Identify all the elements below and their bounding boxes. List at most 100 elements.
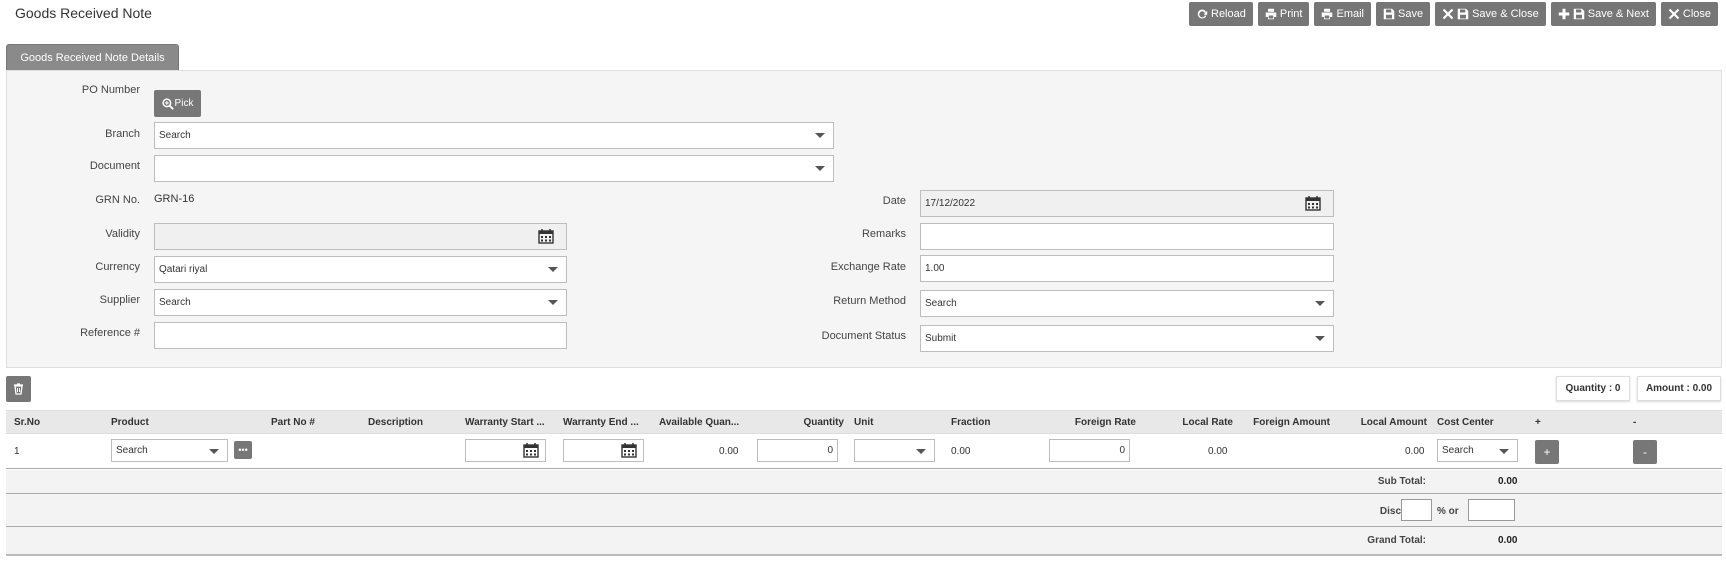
- amount-summary: Amount : 0.00: [1637, 376, 1721, 401]
- reload-label: Reload: [1211, 8, 1246, 20]
- calendar-icon[interactable]: [621, 443, 637, 458]
- product-select[interactable]: Search: [111, 439, 228, 462]
- date-label: Date: [882, 195, 906, 207]
- x-icon: [1668, 8, 1680, 20]
- remarks-input[interactable]: [920, 223, 1334, 250]
- document-status-label: Document Status: [821, 330, 906, 342]
- chevron-down-icon: [815, 166, 825, 171]
- chevron-down-icon: [815, 133, 825, 138]
- chevron-down-icon: [916, 449, 926, 454]
- plus-icon: [1558, 8, 1569, 20]
- col-unit: Unit: [854, 417, 874, 428]
- validity-date-field[interactable]: [154, 223, 567, 250]
- return-method-label: Return Method: [833, 295, 906, 307]
- remove-row-button[interactable]: -: [1633, 440, 1657, 464]
- save-close-label: Save & Close: [1472, 8, 1539, 20]
- trash-icon: [14, 383, 23, 395]
- x-icon: [1442, 8, 1454, 20]
- minus-icon: -: [1643, 445, 1647, 459]
- return-method-select[interactable]: Search: [920, 290, 1334, 317]
- col-remove: -: [1633, 417, 1637, 428]
- reload-button[interactable]: Reload: [1189, 2, 1253, 26]
- discount-percent-input[interactable]: [1401, 499, 1432, 521]
- col-available-qty: Available Quan...: [659, 417, 740, 428]
- pick-button[interactable]: Pick: [154, 90, 201, 117]
- fraction-value: 0.00: [951, 446, 971, 457]
- chevron-down-icon: [1315, 336, 1325, 341]
- cost-center-value: Search: [1442, 445, 1474, 456]
- close-button[interactable]: Close: [1660, 2, 1718, 26]
- tab-goods-received-note-details[interactable]: Goods Received Note Details: [6, 44, 179, 70]
- unit-select[interactable]: [854, 439, 935, 462]
- col-part-no: Part No #: [271, 417, 315, 428]
- col-foreign-rate: Foreign Rate: [1074, 417, 1136, 428]
- local-amount-value: 0.00: [1405, 446, 1425, 457]
- calendar-icon[interactable]: [1305, 196, 1321, 211]
- discount-amount-input[interactable]: [1468, 499, 1515, 521]
- supplier-select[interactable]: Search: [154, 289, 567, 316]
- warranty-end-field[interactable]: [563, 439, 644, 462]
- email-button[interactable]: Email: [1314, 2, 1371, 26]
- chevron-down-icon: [1315, 301, 1325, 306]
- floppy-icon: [1573, 8, 1584, 20]
- chevron-down-icon: [548, 267, 558, 272]
- exchange-rate-input[interactable]: 1.00: [920, 255, 1334, 282]
- reference-input[interactable]: [154, 322, 567, 349]
- printer-icon: [1322, 8, 1333, 20]
- calendar-icon[interactable]: [523, 443, 539, 458]
- currency-value: Qatari riyal: [159, 264, 208, 275]
- delete-button[interactable]: [6, 376, 31, 402]
- col-quantity: Quantity: [803, 417, 844, 428]
- pick-label: Pick: [174, 98, 194, 109]
- save-close-button[interactable]: Save & Close: [1435, 2, 1546, 26]
- po-number-label: PO Number: [81, 84, 140, 96]
- save-button[interactable]: Save: [1376, 2, 1431, 26]
- date-value: 17/12/2022: [925, 198, 976, 209]
- supplier-label: Supplier: [99, 294, 140, 306]
- discount-or-label: % or: [1437, 506, 1459, 517]
- return-method-value: Search: [925, 298, 957, 309]
- branch-value: Search: [159, 130, 191, 141]
- col-add: +: [1535, 417, 1541, 428]
- items-grid: Sr.No Product Part No # Description Warr…: [6, 410, 1722, 556]
- toolbar: Reload Print Email Save Save & Close Sav…: [1189, 2, 1718, 26]
- document-label: Document: [89, 160, 140, 172]
- discount-row: Discount: % or: [6, 494, 1722, 527]
- grn-no-value: GRN-16: [154, 193, 195, 205]
- save-next-button[interactable]: Save & Next: [1550, 2, 1656, 26]
- product-value: Search: [116, 445, 148, 456]
- foreign-rate-input[interactable]: 0: [1049, 439, 1130, 462]
- exchange-rate-label: Exchange Rate: [830, 261, 906, 273]
- date-field[interactable]: 17/12/2022: [920, 190, 1334, 217]
- save-label: Save: [1398, 8, 1424, 20]
- foreign-rate-value: 0: [1119, 445, 1125, 456]
- remarks-label: Remarks: [861, 228, 906, 240]
- warranty-start-field[interactable]: [465, 439, 546, 462]
- ellipsis-icon: •••: [238, 445, 248, 455]
- col-warranty-start: Warranty Start ...: [465, 417, 545, 428]
- col-local-amount: Local Amount: [1360, 417, 1427, 428]
- add-row-button[interactable]: +: [1535, 440, 1559, 464]
- currency-select[interactable]: Qatari riyal: [154, 256, 567, 283]
- calendar-icon[interactable]: [538, 229, 554, 244]
- chevron-down-icon: [1499, 449, 1509, 454]
- grand-total-label: Grand Total:: [1367, 535, 1426, 546]
- grid-header: Sr.No Product Part No # Description Warr…: [6, 410, 1722, 434]
- branch-label: Branch: [105, 128, 140, 140]
- supplier-value: Search: [159, 297, 191, 308]
- save-next-label: Save & Next: [1587, 8, 1649, 20]
- quantity-input[interactable]: 0: [757, 439, 838, 462]
- quantity-value: 0: [827, 445, 833, 456]
- branch-select[interactable]: Search: [154, 122, 834, 149]
- document-status-select[interactable]: Submit: [920, 325, 1334, 352]
- grn-no-label: GRN No.: [95, 194, 140, 206]
- quantity-summary: Quantity : 0: [1556, 376, 1630, 401]
- printer-icon: [1265, 8, 1277, 20]
- validity-label: Validity: [105, 228, 140, 240]
- cost-center-select[interactable]: Search: [1437, 439, 1518, 462]
- print-button[interactable]: Print: [1257, 2, 1310, 26]
- product-more-button[interactable]: •••: [234, 441, 252, 459]
- table-row: 1 Search ••• 0.00 0 0.00 0 0.00 0.00 Sea…: [6, 434, 1722, 469]
- exchange-rate-value: 1.00: [925, 263, 945, 274]
- document-select[interactable]: [154, 155, 834, 182]
